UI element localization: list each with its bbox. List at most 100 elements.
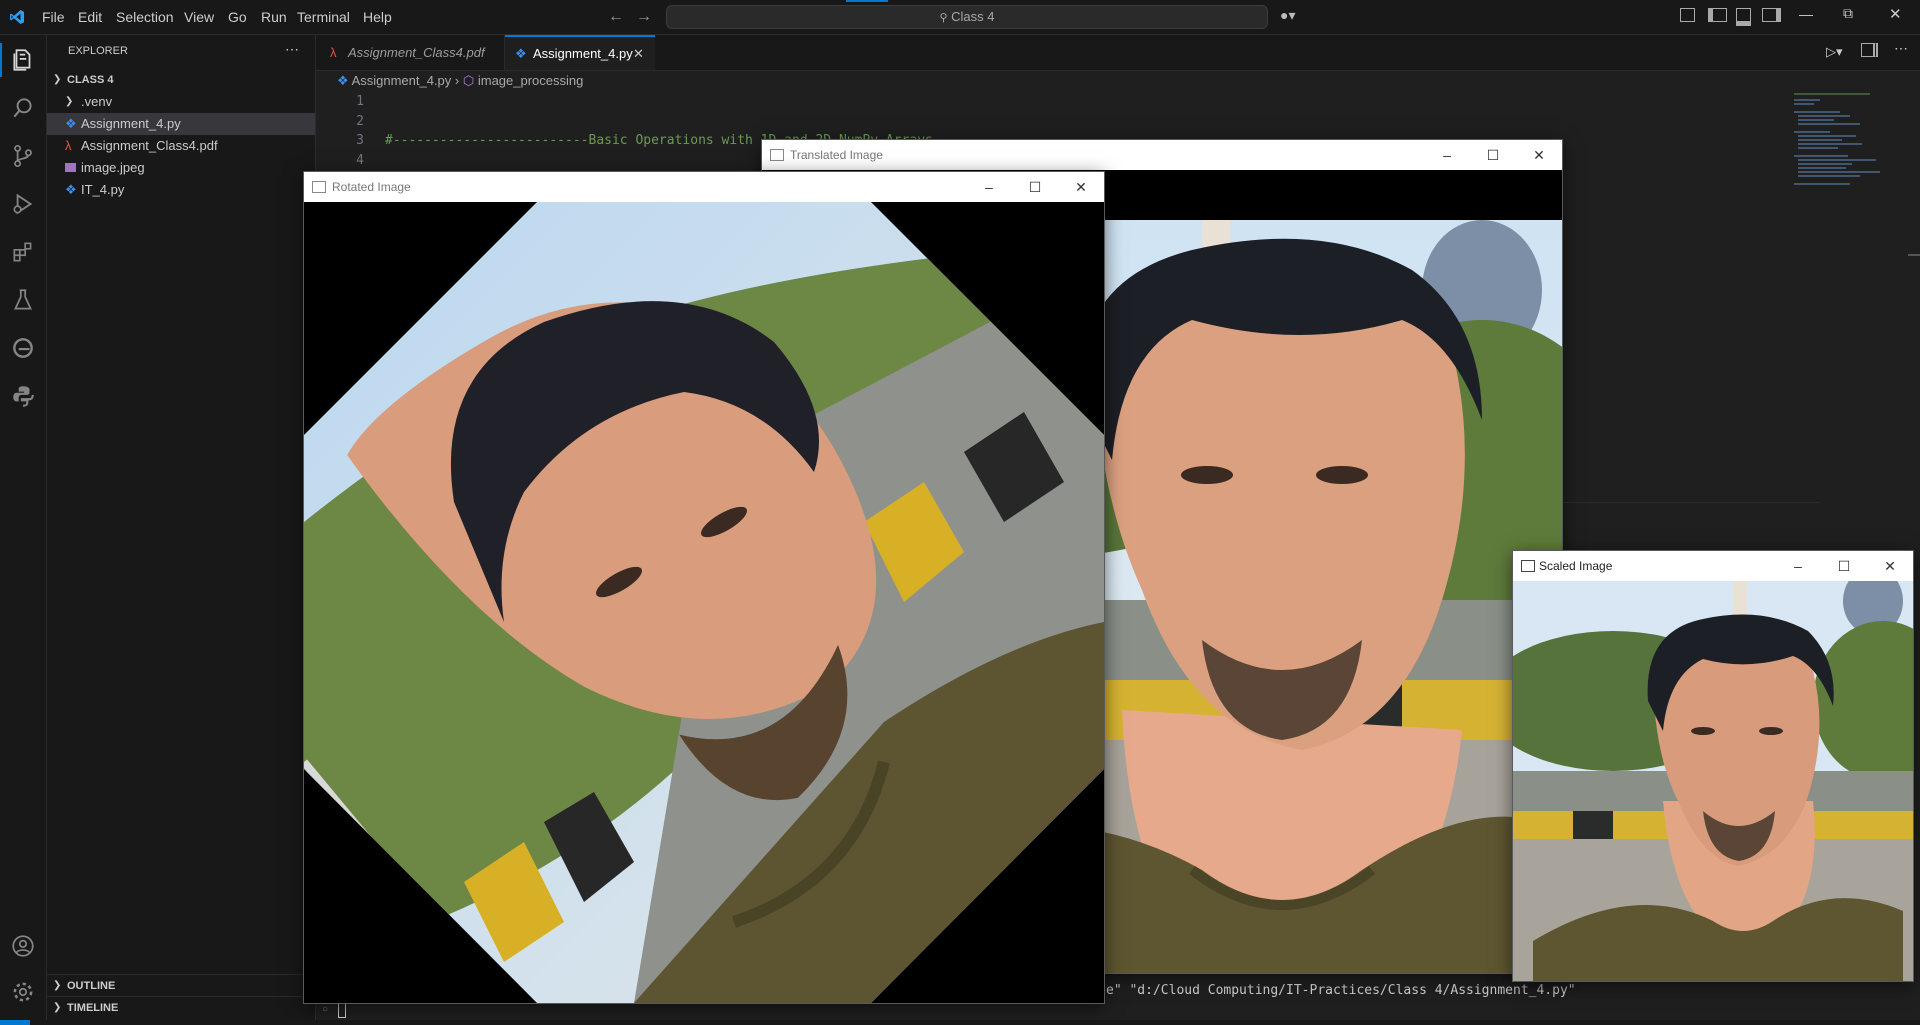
chevron-down-icon: ❯: [53, 74, 62, 85]
tree-item-venv[interactable]: ❯ .venv: [47, 91, 315, 113]
tree-item-image-jpeg[interactable]: image.jpeg: [47, 157, 315, 179]
maximize-icon[interactable]: ☐: [1012, 172, 1058, 202]
chevron-right-icon: ❯: [53, 1002, 62, 1013]
folder-class-4[interactable]: ❯ CLASS 4: [47, 69, 315, 91]
minimize-icon[interactable]: —: [1799, 6, 1813, 22]
scrollbar-thumb[interactable]: [1908, 254, 1920, 256]
window-app-icon: [770, 149, 784, 161]
outline-section[interactable]: ❯ OUTLINE: [47, 974, 315, 997]
window-title: Scaled Image: [1539, 559, 1613, 573]
minimize-icon[interactable]: –: [1424, 140, 1470, 170]
active-indicator: [0, 43, 2, 77]
search-icon: ⚲: [939, 12, 948, 24]
rotated-image-window[interactable]: Rotated Image – ☐ ✕: [304, 172, 1104, 1003]
tab-label: Assignment_4.py: [533, 46, 633, 61]
tree-item-label: Assignment_4.py: [81, 116, 181, 131]
rotated-window-titlebar[interactable]: Rotated Image – ☐ ✕: [304, 172, 1104, 202]
status-bar: [0, 1020, 1920, 1025]
back-arrow-icon[interactable]: ←: [608, 8, 624, 26]
menu-go[interactable]: Go: [228, 0, 247, 34]
toggle-secondary-sidebar-icon[interactable]: [1762, 8, 1781, 22]
terminal-cursor[interactable]: [338, 1001, 346, 1018]
title-accent-line: [846, 0, 888, 2]
terminal-output: e" "d:/Cloud Computing/IT-Practices/Clas…: [1106, 983, 1576, 998]
tab-label: Assignment_Class4.pdf: [348, 45, 485, 60]
copilot-icon[interactable]: ●▾: [1280, 7, 1295, 24]
explorer-icon[interactable]: [10, 47, 36, 73]
breadcrumb-file[interactable]: Assignment_4.py: [352, 73, 452, 88]
tree-item-label: IT_4.py: [81, 182, 125, 197]
vscode-logo-icon: [10, 10, 24, 24]
toggle-sidebar-icon[interactable]: [1708, 8, 1727, 22]
account-icon[interactable]: [10, 933, 36, 959]
scaled-image-window[interactable]: Scaled Image – ☐ ✕: [1513, 551, 1913, 981]
run-python-file-icon[interactable]: ▷▾: [1826, 44, 1843, 60]
tree-item-assignment-class4-pdf[interactable]: λ Assignment_Class4.pdf: [47, 135, 315, 157]
pdf-file-icon: λ: [330, 45, 337, 60]
python-file-icon: ❖: [337, 73, 349, 88]
edge-icon[interactable]: [10, 335, 36, 361]
tree-item-label: .venv: [81, 94, 113, 109]
extensions-icon[interactable]: [10, 239, 36, 265]
source-control-icon[interactable]: [10, 143, 36, 169]
search-icon[interactable]: [10, 95, 36, 121]
tree-item-it-4-py[interactable]: ❖ IT_4.py: [47, 179, 315, 201]
editor-tabs: λ Assignment_Class4.pdf ❖ Assignment_4.p…: [316, 35, 1920, 71]
close-icon[interactable]: ✕: [1867, 551, 1913, 581]
window-title: Rotated Image: [332, 180, 411, 194]
folder-label: CLASS 4: [67, 74, 114, 86]
chevron-right-icon: ❯: [65, 96, 74, 107]
forward-arrow-icon[interactable]: →: [636, 8, 652, 26]
close-icon[interactable]: ✕: [1889, 5, 1902, 23]
line-number: 1: [356, 94, 364, 109]
line-numbers: 1 2 3 4: [330, 92, 364, 170]
more-actions-icon[interactable]: ⋯: [285, 41, 299, 58]
toggle-panel-icon[interactable]: [1736, 8, 1751, 26]
timeline-section[interactable]: ❯ TIMELINE: [47, 996, 315, 1019]
minimize-icon[interactable]: –: [966, 172, 1012, 202]
menu-help[interactable]: Help: [363, 0, 392, 34]
window-app-icon: [1521, 560, 1535, 572]
settings-gear-icon[interactable]: [10, 979, 36, 1005]
maximize-icon[interactable]: ☐: [1470, 140, 1516, 170]
tab-assignment-class4-pdf[interactable]: λ Assignment_Class4.pdf: [316, 35, 505, 70]
menu-run[interactable]: Run: [261, 0, 287, 34]
window-title: Translated Image: [790, 148, 883, 162]
tab-close-icon[interactable]: ✕: [633, 37, 644, 70]
menu-terminal[interactable]: Terminal: [297, 0, 350, 34]
split-editor-icon[interactable]: [1861, 43, 1878, 57]
run-debug-icon[interactable]: [10, 191, 36, 217]
title-bar: File Edit Selection View Go Run Terminal…: [0, 0, 1920, 35]
testing-flask-icon[interactable]: [10, 287, 36, 313]
tree-item-label: Assignment_Class4.pdf: [81, 138, 218, 153]
python-icon[interactable]: [10, 383, 36, 409]
menu-file[interactable]: File: [42, 0, 65, 34]
customize-layout-icon[interactable]: [1680, 8, 1695, 22]
breadcrumb: ❖ Assignment_4.py › ⬡ image_processing: [337, 72, 583, 90]
explorer-title: EXPLORER: [68, 45, 128, 57]
tree-item-assignment-4-py[interactable]: ❖ Assignment_4.py: [47, 113, 315, 135]
more-editor-actions-icon[interactable]: ⋯: [1894, 40, 1908, 57]
window-app-icon: [312, 181, 326, 193]
tree-item-label: image.jpeg: [81, 160, 145, 175]
remote-indicator[interactable]: [0, 1020, 30, 1025]
scaled-window-titlebar[interactable]: Scaled Image – ☐ ✕: [1513, 551, 1913, 581]
command-center-search[interactable]: ⚲ Class 4: [666, 5, 1268, 29]
menu-selection[interactable]: Selection: [116, 0, 174, 34]
breadcrumb-symbol[interactable]: image_processing: [478, 73, 584, 88]
tab-assignment-4-py[interactable]: ❖ Assignment_4.py ✕: [505, 35, 655, 70]
image-file-icon: [65, 163, 76, 172]
maximize-icon[interactable]: ☐: [1821, 551, 1867, 581]
timeline-label: TIMELINE: [67, 1002, 119, 1014]
minimap[interactable]: [1790, 90, 1900, 200]
close-icon[interactable]: ✕: [1058, 172, 1104, 202]
explorer-sidebar: EXPLORER ⋯ ❯ CLASS 4 ❯ .venv ❖ Assignmen…: [47, 35, 316, 1020]
minimize-icon[interactable]: –: [1775, 551, 1821, 581]
line-number: 4: [356, 152, 364, 168]
close-icon[interactable]: ✕: [1516, 140, 1562, 170]
restore-icon[interactable]: ⧉: [1843, 5, 1853, 22]
menu-view[interactable]: View: [184, 0, 214, 34]
activity-bar: [0, 35, 47, 1020]
menu-edit[interactable]: Edit: [78, 0, 102, 34]
translated-window-titlebar[interactable]: Translated Image – ☐ ✕: [762, 140, 1562, 170]
